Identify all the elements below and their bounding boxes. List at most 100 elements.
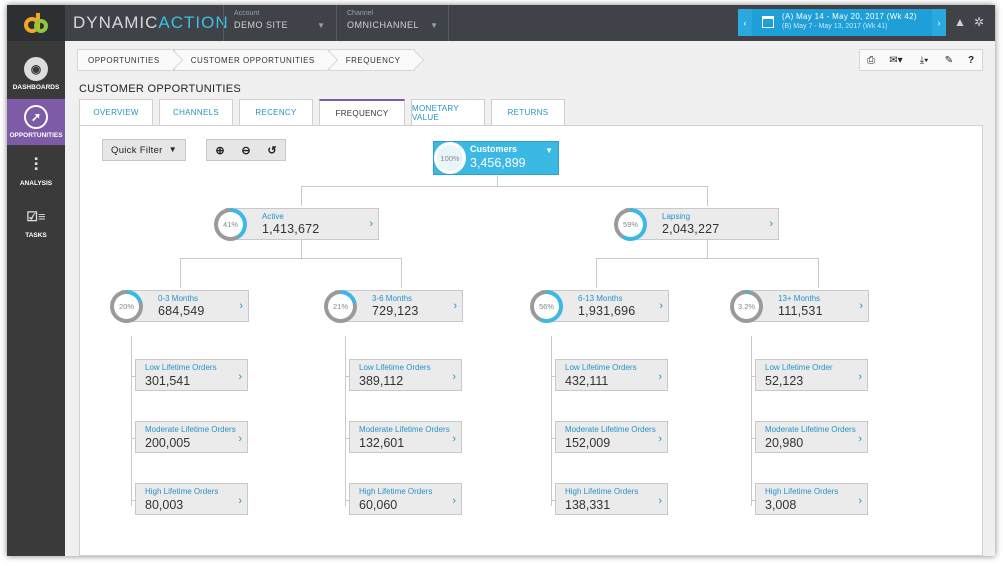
segment-node-3-6-months[interactable]: 21% 3-6 Months 729,123 ›: [324, 290, 463, 323]
next-week-button[interactable]: ›: [932, 9, 946, 36]
leaf-node[interactable]: High Lifetime Orders 60,060 ›: [349, 483, 462, 515]
bell-icon[interactable]: ▲: [954, 15, 966, 29]
leaf-node[interactable]: Low Lifetime Orders 432,111 ›: [555, 359, 668, 391]
percent-ring: 56%: [530, 290, 563, 323]
chevron-right-icon[interactable]: ›: [453, 300, 457, 312]
chevron-right-icon[interactable]: ›: [659, 300, 663, 312]
date-range-selector[interactable]: ‹ (A) May 14 - May 20, 2017 (Wk 42) (B) …: [738, 9, 946, 36]
percent-ring: 3.2%: [730, 290, 763, 323]
connector: [707, 240, 708, 258]
chevron-right-icon[interactable]: ›: [452, 433, 456, 445]
chevron-right-icon[interactable]: ›: [369, 218, 373, 230]
leaf-label: Low Lifetime Orders: [145, 363, 217, 372]
sidebar-item-dashboards[interactable]: ◉ DASHBOARDS: [7, 51, 65, 97]
help-icon[interactable]: ?: [960, 50, 982, 70]
wrench-icon[interactable]: ✎: [938, 50, 960, 70]
leaf-node[interactable]: Moderate Lifetime Orders 20,980 ›: [755, 421, 868, 453]
reset-icon[interactable]: ↺: [267, 144, 276, 157]
account-selector[interactable]: Account DEMO SITE ▼: [223, 5, 335, 41]
tab-overview[interactable]: OVERVIEW: [79, 99, 153, 125]
chevron-down-icon: ▼: [430, 21, 438, 30]
chevron-right-icon[interactable]: ›: [769, 218, 773, 230]
segment-node-0-3-months[interactable]: 20% 0-3 Months 684,549 ›: [110, 290, 249, 323]
channel-selector[interactable]: Channel OMNICHANNEL ▼: [336, 5, 449, 41]
tab-recency[interactable]: RECENCY: [239, 99, 313, 125]
zoom-in-icon[interactable]: ⊕: [215, 144, 224, 157]
segment-value: 111,531: [778, 304, 823, 318]
chevron-right-icon[interactable]: ›: [238, 371, 242, 383]
connector: [818, 258, 819, 288]
connector: [180, 258, 181, 288]
leaf-node[interactable]: High Lifetime Orders 138,331 ›: [555, 483, 668, 515]
download-icon[interactable]: ⤓▾: [910, 50, 938, 70]
top-bar: DYNAMICACTION Account DEMO SITE ▼ Channe…: [7, 5, 995, 41]
connector: [596, 258, 819, 259]
sidebar: ◉ DASHBOARDS ➚ OPPORTUNITIES ⫶ ANALYSIS …: [7, 41, 65, 556]
leaf-node[interactable]: Moderate Lifetime Orders 132,601 ›: [349, 421, 462, 453]
segment-percent: 56%: [534, 294, 559, 319]
chevron-right-icon[interactable]: ›: [858, 371, 862, 383]
chevron-right-icon[interactable]: ›: [658, 371, 662, 383]
root-label: Customers: [470, 144, 518, 154]
chevron-right-icon[interactable]: ›: [858, 433, 862, 445]
leaf-node[interactable]: High Lifetime Orders 80,003 ›: [135, 483, 248, 515]
tab-monetary-value[interactable]: MONETARY VALUE: [411, 99, 485, 125]
sidebar-item-label: OPPORTUNITIES: [9, 132, 63, 139]
segment-label: 6-13 Months: [578, 294, 623, 303]
leaf-label: High Lifetime Orders: [359, 487, 433, 496]
segment-value: 1,413,672: [262, 222, 320, 236]
breadcrumb-item[interactable]: FREQUENCY: [328, 49, 415, 71]
segment-node-active[interactable]: 41% Active 1,413,672 ›: [214, 208, 379, 241]
connector: [301, 240, 302, 258]
sidebar-item-tasks[interactable]: ☑≡ TASKS: [7, 203, 65, 243]
chevron-right-icon[interactable]: ›: [859, 300, 863, 312]
chevron-right-icon[interactable]: ›: [238, 495, 242, 507]
chevron-right-icon[interactable]: ›: [239, 300, 243, 312]
tab-returns[interactable]: RETURNS: [491, 99, 565, 125]
connector: [345, 336, 346, 506]
zoom-out-icon[interactable]: ⊖: [241, 144, 250, 157]
connector: [551, 336, 552, 506]
breadcrumb-item[interactable]: OPPORTUNITIES: [77, 49, 174, 71]
chevron-right-icon[interactable]: ›: [452, 371, 456, 383]
account-label: Account: [234, 10, 260, 17]
chevron-right-icon[interactable]: ›: [658, 433, 662, 445]
chevron-down-icon[interactable]: ▼: [545, 146, 553, 155]
root-node-customers[interactable]: 100% Customers 3,456,899 ▼: [433, 141, 559, 175]
tab-frequency[interactable]: FREQUENCY: [319, 99, 405, 126]
chevron-right-icon[interactable]: ›: [452, 495, 456, 507]
segment-node-lapsing[interactable]: 59% Lapsing 2,043,227 ›: [614, 208, 779, 241]
checklist-icon: ☑≡: [26, 209, 46, 224]
breadcrumb-item[interactable]: CUSTOMER OPPORTUNITIES: [173, 49, 329, 71]
sidebar-item-opportunities[interactable]: ➚ OPPORTUNITIES: [7, 99, 65, 145]
leaf-label: Moderate Lifetime Orders: [565, 425, 656, 434]
email-icon[interactable]: ✉▾: [882, 50, 910, 70]
tab-label: MONETARY VALUE: [412, 103, 459, 122]
sidebar-item-analysis[interactable]: ⫶ ANALYSIS: [7, 149, 65, 195]
sidebar-item-label: ANALYSIS: [19, 180, 53, 187]
leaf-node[interactable]: Low Lifetime Orders 389,112 ›: [349, 359, 462, 391]
prev-week-button[interactable]: ‹: [738, 9, 752, 36]
segment-percent: 3.2%: [734, 294, 759, 319]
app-window: DYNAMICACTION Account DEMO SITE ▼ Channe…: [7, 5, 995, 556]
dynamic-action-logo-icon[interactable]: [7, 5, 65, 41]
chevron-right-icon[interactable]: ›: [658, 495, 662, 507]
leaf-node[interactable]: Low Lifetime Orders 301,541 ›: [135, 359, 248, 391]
leaf-value: 200,005: [145, 436, 191, 450]
segment-node-6-13-months[interactable]: 56% 6-13 Months 1,931,696 ›: [530, 290, 669, 323]
gear-icon[interactable]: ✲: [974, 15, 984, 29]
leaf-node[interactable]: High Lifetime Orders 3,008 ›: [755, 483, 868, 515]
leaf-node[interactable]: Low Lifetime Order 52,123 ›: [755, 359, 868, 391]
quick-filter-dropdown[interactable]: Quick Filter ▼: [102, 139, 186, 161]
opportunity-tree-canvas: Quick Filter ▼ ⊕ ⊖ ↺ 100% Customers 3,45…: [79, 125, 983, 556]
chevron-right-icon[interactable]: ›: [238, 433, 242, 445]
tab-label: RECENCY: [255, 108, 297, 117]
tab-channels[interactable]: CHANNELS: [159, 99, 233, 125]
segment-node-13-plus-months[interactable]: 3.2% 13+ Months 111,531 ›: [730, 290, 869, 323]
print-icon[interactable]: ⎙: [860, 50, 882, 70]
leaf-node[interactable]: Moderate Lifetime Orders 152,009 ›: [555, 421, 668, 453]
chevron-right-icon[interactable]: ›: [858, 495, 862, 507]
leaf-value: 432,111: [565, 374, 609, 388]
brand-part1: DYNAMIC: [73, 13, 159, 32]
leaf-node[interactable]: Moderate Lifetime Orders 200,005 ›: [135, 421, 248, 453]
